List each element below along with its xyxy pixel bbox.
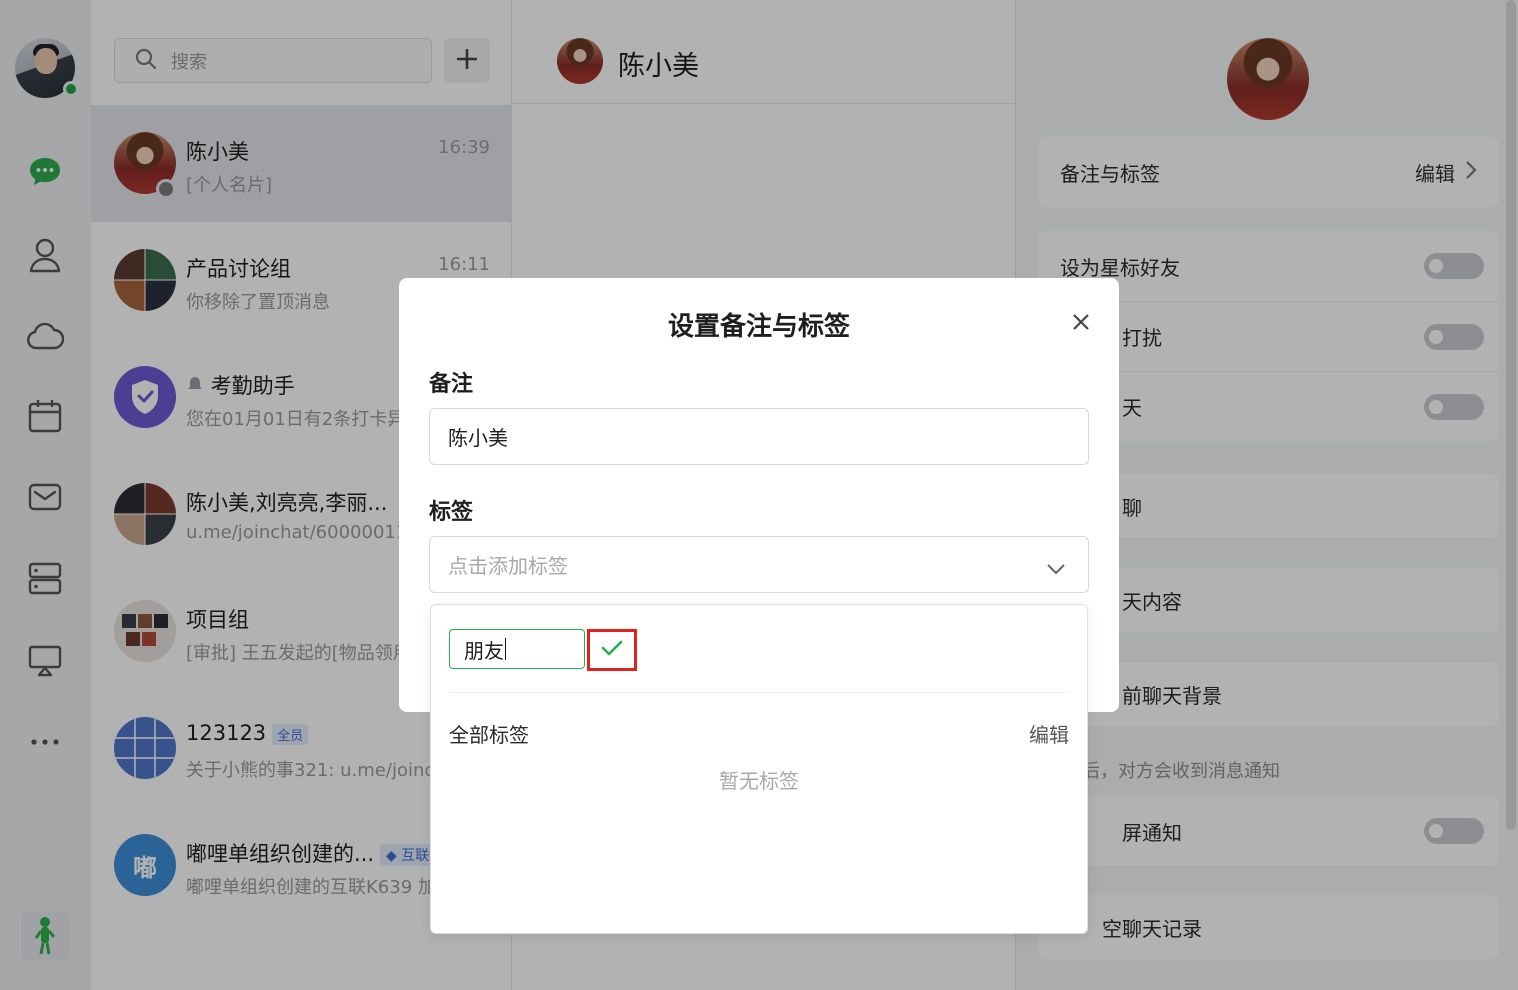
tags-dropdown: 朋友 全部标签 编辑 暂无标签 bbox=[430, 604, 1088, 934]
new-tag-value: 朋友 bbox=[464, 638, 504, 663]
remark-input[interactable]: 陈小美 bbox=[429, 408, 1089, 465]
edit-tags-link[interactable]: 编辑 bbox=[1029, 719, 1069, 748]
all-tags-label: 全部标签 bbox=[449, 723, 529, 747]
checkmark-icon bbox=[601, 639, 623, 661]
tags-label: 标签 bbox=[429, 500, 474, 525]
confirm-tag-button[interactable] bbox=[587, 629, 637, 671]
remark-label: 备注 bbox=[429, 372, 474, 397]
tags-select-placeholder: 点击添加标签 bbox=[448, 554, 568, 578]
dialog-title: 设置备注与标签 bbox=[667, 312, 850, 342]
divider bbox=[449, 692, 1069, 693]
tags-select[interactable]: 点击添加标签 bbox=[429, 536, 1089, 593]
chevron-down-icon bbox=[1046, 557, 1066, 581]
close-icon[interactable] bbox=[1069, 310, 1093, 334]
empty-tags-text: 暂无标签 bbox=[719, 769, 799, 793]
text-caret bbox=[505, 638, 506, 660]
new-tag-input[interactable]: 朋友 bbox=[449, 629, 585, 669]
